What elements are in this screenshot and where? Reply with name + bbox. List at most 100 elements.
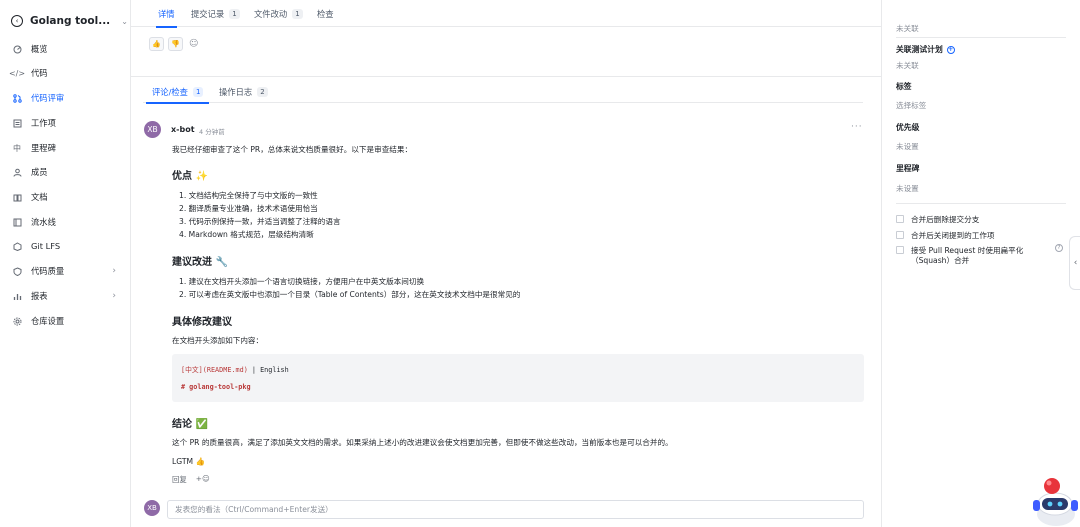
section-heading: 优点 ✨	[172, 171, 208, 182]
tab-checks[interactable]: 检查	[317, 0, 334, 27]
tags-label: 标签	[896, 82, 912, 91]
comment-paragraph: LGTM 👍	[172, 457, 205, 466]
count-badge: 2	[257, 86, 268, 97]
checkbox[interactable]	[896, 215, 904, 223]
sidebar-item-work-items[interactable]: 工作项	[0, 112, 130, 134]
option-delete-branch[interactable]: 合并后删除提交分支	[896, 214, 979, 225]
tab-label: 评论/检查	[152, 86, 188, 97]
sidebar-item-milestones[interactable]: 中 里程碑	[0, 137, 130, 159]
tab-label: 详情	[158, 8, 175, 19]
sidebar-item-label: 流水线	[31, 217, 56, 227]
test-plan-label: 关联测试计划 +	[896, 44, 955, 55]
section-heading: 建议改进 🔧	[172, 257, 228, 268]
milestone-label: 里程碑	[896, 164, 920, 173]
sidebar: ‹ Golang tool... ⌄ 概览 </> 代码 代码评审 工作项 中 …	[0, 0, 131, 527]
sidebar-item-label: 报表	[31, 291, 48, 301]
field-label: 关联测试计划	[896, 45, 943, 54]
sidebar-item-label: 代码	[31, 68, 48, 78]
checkbox[interactable]	[896, 246, 904, 254]
milestone-value[interactable]: 未设置	[896, 183, 919, 194]
main-panel: 详情 提交记录 1 文件改动 1 检查 👍 👎 ☺ 评论/检查 1 操作日志 2…	[131, 0, 882, 527]
section-heading: 具体修改建议	[172, 317, 232, 328]
sidebar-item-label: 概览	[31, 44, 48, 54]
tags-select[interactable]: 选择标签	[896, 100, 926, 111]
top-tabs: 详情 提交记录 1 文件改动 1 检查	[131, 0, 881, 28]
sidebar-item-docs[interactable]: 文档	[0, 186, 130, 208]
tab-commits[interactable]: 提交记录 1	[191, 0, 240, 27]
priority-label: 优先级	[896, 123, 920, 132]
option-label-continued: （Squash）合并	[911, 256, 970, 265]
comment-paragraph: 在文档开头添加如下内容：	[172, 336, 264, 345]
count-badge: 1	[292, 8, 303, 19]
thumbs-down-icon[interactable]: 👎	[168, 37, 183, 51]
members-icon	[12, 167, 22, 177]
list-item: 2. 可以考虑在英文版中也添加一个目录（Table of Contents）部分…	[179, 290, 521, 299]
comment-paragraph: 这个 PR 的质量很高，满足了添加英文文档的需求。如果采纳上述小的改进建议会使文…	[172, 438, 673, 447]
list-item: 1. 文档结构完全保持了与中文版的一致性	[179, 191, 318, 200]
checkbox[interactable]	[896, 231, 904, 239]
chevron-right-icon[interactable]: ›	[112, 291, 116, 301]
priority-value[interactable]: 未设置	[896, 141, 919, 152]
project-header[interactable]: ‹ Golang tool... ⌄	[0, 0, 130, 42]
grid-icon	[12, 44, 22, 54]
add-reaction-button[interactable]: +☺	[196, 474, 210, 485]
sidebar-item-pipeline[interactable]: 流水线	[0, 211, 130, 233]
reply-button[interactable]: 回复	[172, 474, 187, 485]
back-icon[interactable]: ‹	[11, 15, 23, 27]
pipeline-icon	[12, 217, 22, 227]
more-options-icon[interactable]: ···	[851, 122, 863, 132]
chevron-down-icon[interactable]: ⌄	[121, 17, 128, 26]
sidebar-item-label: 成员	[31, 167, 48, 177]
sidebar-item-repo-settings[interactable]: 仓库设置	[0, 310, 130, 332]
comment-author[interactable]: x-bot	[171, 125, 195, 134]
chevron-right-icon[interactable]: ›	[112, 266, 116, 276]
divider	[896, 203, 1066, 204]
sidebar-item-git-lfs[interactable]: Git LFS	[0, 235, 130, 257]
sidebar-item-code-review[interactable]: 代码评审	[0, 87, 130, 109]
sidebar-item-label: 代码评审	[31, 93, 65, 103]
tab-file-changes[interactable]: 文件改动 1	[254, 0, 303, 27]
sidebar-item-label: 里程碑	[31, 143, 56, 153]
quality-icon	[12, 266, 22, 276]
list-item: 3. 代码示例保持一致，并适当调整了注释的语言	[179, 217, 341, 226]
merge-request-icon	[12, 93, 22, 103]
code-token: | English	[247, 366, 289, 374]
collapse-panel-button[interactable]: ‹	[1069, 236, 1080, 290]
option-close-work-items[interactable]: 合并后关闭提到的工作项	[896, 230, 995, 241]
list-item: 4. Markdown 格式规范，层级结构清晰	[179, 230, 314, 239]
right-panel: 未关联 关联测试计划 + 未关联 标签 选择标签 优先级 未设置 里程碑 未设置 …	[882, 0, 1080, 527]
option-label: 合并后关闭提到的工作项	[911, 231, 995, 240]
code-line: # golang-tool-pkg	[181, 383, 251, 391]
sidebar-item-label: 代码质量	[31, 266, 65, 276]
avatar[interactable]: XB	[144, 121, 161, 138]
sidebar-item-overview[interactable]: 概览	[0, 38, 130, 60]
lfs-icon	[12, 241, 22, 251]
assistant-robot-icon[interactable]	[1030, 474, 1080, 527]
tab-label: 检查	[317, 8, 334, 19]
divider	[131, 76, 881, 77]
sidebar-item-reports[interactable]: 报表 ›	[0, 285, 130, 307]
tab-label: 文件改动	[254, 8, 288, 19]
tab-comments-checks[interactable]: 评论/检查 1	[145, 80, 210, 104]
sidebar-item-code-quality[interactable]: 代码质量 ›	[0, 260, 130, 282]
linked-value[interactable]: 未关联	[896, 23, 919, 34]
list-icon	[12, 118, 22, 128]
count-badge: 1	[229, 8, 240, 19]
add-reaction-icon[interactable]: ☺	[189, 39, 198, 49]
test-plan-value[interactable]: 未关联	[896, 60, 919, 71]
sidebar-item-members[interactable]: 成员	[0, 161, 130, 183]
comment-input[interactable]: 发表您的看法（Ctrl/Command+Enter发送）	[167, 500, 864, 519]
tab-activity-log[interactable]: 操作日志 2	[219, 80, 268, 103]
sidebar-item-code[interactable]: </> 代码	[0, 62, 130, 84]
project-name: Golang tool...	[30, 15, 111, 27]
section-heading: 结论 ✅	[172, 419, 208, 430]
option-label: 合并后删除提交分支	[911, 215, 980, 224]
help-icon[interactable]: ?	[1055, 244, 1063, 252]
tab-details[interactable]: 详情	[156, 0, 177, 28]
input-placeholder: 发表您的看法（Ctrl/Command+Enter发送）	[175, 505, 333, 514]
code-token: [中文]	[181, 366, 203, 374]
sidebar-item-label: 仓库设置	[31, 316, 65, 326]
thumbs-up-icon[interactable]: 👍	[149, 37, 164, 51]
add-circle-icon[interactable]: +	[946, 45, 955, 54]
comment-tabs: 评论/检查 1 操作日志 2	[143, 80, 863, 104]
